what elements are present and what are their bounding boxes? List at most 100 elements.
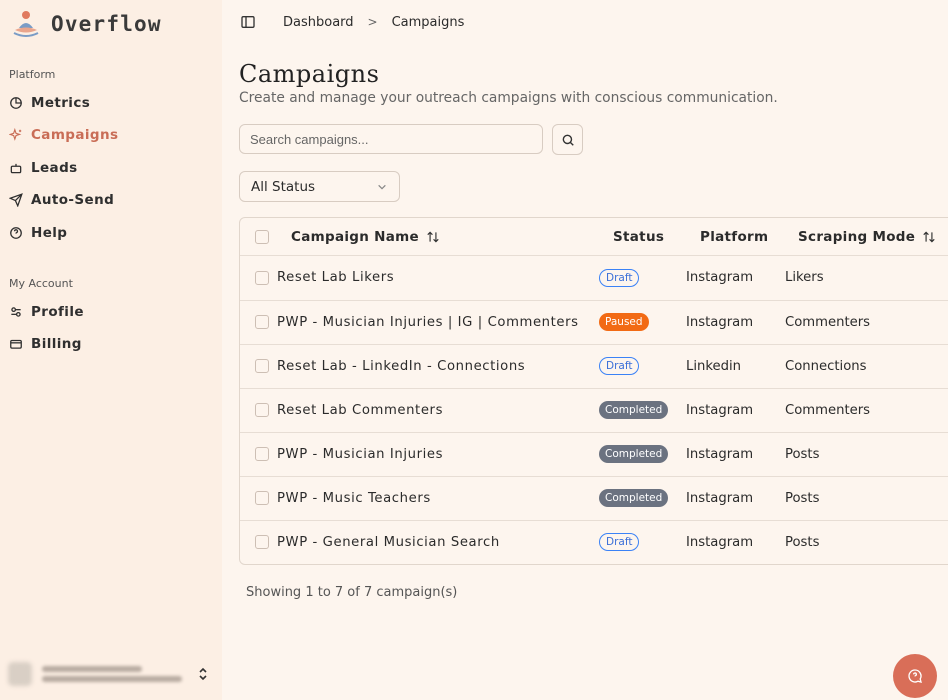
bot-icon	[10, 163, 22, 174]
row-checkbox[interactable]	[255, 535, 269, 549]
select-all-cell	[255, 218, 269, 255]
row-select-cell	[255, 432, 269, 476]
table-header: Campaign Name Status Platform Scraping M…	[240, 218, 948, 256]
search-button[interactable]	[552, 124, 583, 155]
campaign-name[interactable]: PWP - General Musician Search	[277, 520, 500, 564]
status-cell: Paused	[599, 300, 649, 344]
campaigns-table: Campaign Name Status Platform Scraping M…	[239, 217, 948, 565]
send-icon	[9, 193, 23, 207]
table-row[interactable]: Reset Lab - LinkedIn - Connections Draft L…	[240, 344, 948, 389]
row-select-cell	[255, 255, 269, 300]
status-cell: Draft	[599, 255, 640, 300]
sort-icon	[427, 231, 439, 242]
campaign-name[interactable]: PWP - Music Teachers	[277, 476, 431, 520]
platform-section-label: Platform	[9, 68, 56, 81]
top-bar: Dashboard > Campaigns	[240, 14, 464, 30]
sidebar-item-label: Profile	[31, 304, 84, 320]
page-subtitle: Create and manage your outreach campaign…	[239, 90, 778, 106]
user-menu[interactable]	[8, 656, 213, 692]
scraping-mode-cell: Commenters	[785, 314, 871, 330]
sidebar-item-label: Billing	[31, 336, 82, 352]
status-cell: Completed	[599, 432, 669, 476]
avatar	[8, 662, 32, 686]
brand[interactable]: Overflow	[10, 8, 162, 40]
chevron-down-icon	[378, 184, 386, 190]
column-platform: Platform	[700, 218, 768, 255]
platform-cell: Linkedin	[686, 358, 742, 374]
search-icon	[562, 134, 574, 146]
row-select-cell	[255, 520, 269, 564]
sparkles-icon	[9, 128, 22, 141]
pagination-summary: Showing 1 to 7 of 7 campaign(s)	[246, 585, 458, 600]
breadcrumb-separator: >	[367, 15, 378, 29]
campaign-name[interactable]: PWP - Musician Injuries | IG | Commenter…	[277, 300, 579, 344]
scraping-mode-cell: Connections	[785, 358, 867, 374]
row-select-cell	[255, 388, 269, 432]
row-checkbox[interactable]	[255, 359, 269, 373]
platform-cell: Instagram	[686, 446, 754, 462]
help-chat-button[interactable]	[893, 654, 937, 698]
sidebar-item-label: Help	[31, 225, 68, 241]
sliders-icon	[11, 307, 21, 317]
campaign-name[interactable]: Reset Lab Commenters	[277, 388, 443, 432]
sidebar-toggle-icon[interactable]	[240, 14, 256, 30]
status-badge: Draft	[599, 533, 640, 551]
sidebar-item-auto-send[interactable]: Auto-Send	[9, 192, 114, 208]
select-all-checkbox[interactable]	[255, 229, 269, 244]
scraping-mode-cell: Posts	[785, 490, 820, 506]
sidebar-item-label: Metrics	[31, 95, 91, 111]
column-status: Status	[613, 218, 664, 255]
status-badge: Paused	[599, 313, 649, 331]
scraping-mode-cell: Likers	[785, 270, 824, 285]
sidebar-item-profile[interactable]: Profile	[9, 304, 84, 320]
sidebar-item-campaigns[interactable]: Campaigns	[9, 127, 118, 143]
table-row[interactable]: Reset Lab Likers Draft Instagram Likers	[240, 255, 948, 301]
sidebar-item-billing[interactable]: Billing	[9, 336, 82, 352]
row-checkbox[interactable]	[255, 315, 269, 329]
status-badge: Draft	[599, 268, 640, 287]
sidebar: Overflow Platform Metrics Campaigns Lead…	[0, 0, 222, 700]
account-section-label: My Account	[9, 277, 73, 290]
sidebar-item-help[interactable]: Help	[9, 225, 67, 241]
row-checkbox[interactable]	[255, 447, 269, 461]
sidebar-item-leads[interactable]: Leads	[9, 160, 78, 176]
pie-chart-icon	[10, 97, 22, 109]
campaign-name[interactable]: PWP - Musician Injuries	[277, 432, 443, 476]
status-filter-select[interactable]: All Status	[239, 171, 400, 202]
column-label: Scraping Mode	[798, 228, 916, 245]
status-filter-value: All Status	[251, 178, 316, 195]
row-select-cell	[255, 300, 269, 344]
campaign-name[interactable]: Reset Lab - LinkedIn - Connections	[277, 344, 525, 388]
breadcrumb-dashboard[interactable]: Dashboard	[283, 15, 354, 30]
scraping-mode-cell: Commenters	[785, 402, 871, 418]
table-row[interactable]: PWP - Music Teachers Completed Instagram Po…	[240, 476, 948, 521]
table-row[interactable]: Reset Lab Commenters Completed Instagram Co…	[240, 388, 948, 433]
campaign-name[interactable]: Reset Lab Likers	[277, 255, 394, 300]
app-name: Overflow	[51, 12, 162, 36]
status-badge: Completed	[599, 445, 669, 463]
scraping-mode-cell: Posts	[785, 534, 820, 550]
column-scraping-mode[interactable]: Scraping Mode	[798, 218, 936, 255]
table-row[interactable]: PWP - Musician Injuries Completed Instagra…	[240, 432, 948, 477]
search-input[interactable]	[239, 124, 543, 154]
row-checkbox[interactable]	[255, 403, 269, 417]
row-checkbox[interactable]	[255, 491, 269, 505]
platform-cell: Instagram	[686, 270, 754, 285]
row-select-cell	[255, 344, 269, 388]
credit-card-icon	[10, 339, 22, 349]
sidebar-item-label: Auto-Send	[31, 192, 115, 208]
status-cell: Completed	[599, 476, 669, 520]
table-row[interactable]: PWP - Musician Injuries | IG | Commenter…	[240, 300, 948, 345]
platform-cell: Instagram	[686, 314, 754, 330]
status-badge: Draft	[599, 357, 640, 375]
sort-icon	[923, 231, 935, 242]
sidebar-item-label: Leads	[31, 160, 78, 176]
column-campaign-name[interactable]: Campaign Name	[291, 218, 440, 255]
row-checkbox[interactable]	[255, 270, 269, 285]
table-row[interactable]: PWP - General Musician Search Draft Instag…	[240, 520, 948, 564]
platform-cell: Instagram	[686, 490, 754, 506]
column-label: Campaign Name	[291, 228, 419, 245]
scraping-mode-cell: Posts	[785, 446, 820, 462]
row-select-cell	[255, 476, 269, 520]
sidebar-item-metrics[interactable]: Metrics	[9, 95, 90, 111]
